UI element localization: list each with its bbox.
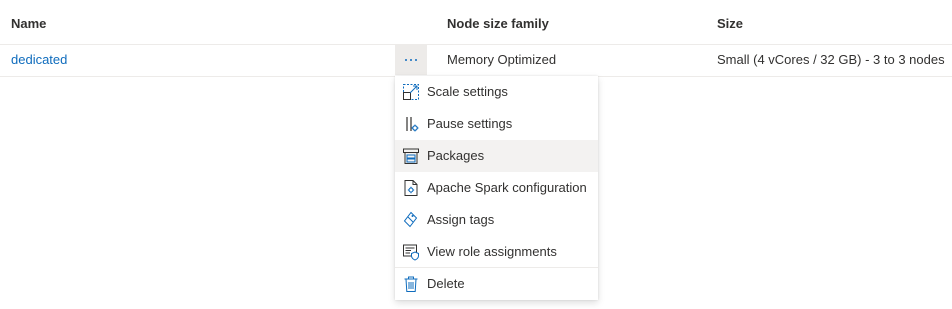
menu-item-label: Delete <box>427 276 465 291</box>
pool-name-link[interactable]: dedicated <box>11 52 67 67</box>
column-header-size[interactable]: Size <box>717 16 743 31</box>
menu-item-view-role-assignments[interactable]: View role assignments <box>395 236 598 268</box>
tag-icon <box>403 211 418 228</box>
size-cell: Small (4 vCores / 32 GB) - 3 to 3 nodes <box>717 52 945 67</box>
more-dots-icon <box>405 59 417 61</box>
role-assignments-icon <box>403 244 419 261</box>
table-header-row: Name Node size family Size <box>0 0 952 45</box>
pause-settings-icon <box>406 117 419 132</box>
menu-item-label: Pause settings <box>427 116 513 131</box>
menu-item-scale-settings[interactable]: Scale settings <box>395 76 598 108</box>
column-header-node-size-family[interactable]: Node size family <box>447 16 549 31</box>
menu-item-delete[interactable]: Delete <box>395 268 598 300</box>
menu-item-apache-spark-configuration[interactable]: Apache Spark configuration <box>395 172 598 204</box>
node-size-family-cell: Memory Optimized <box>447 52 557 67</box>
menu-item-label: Packages <box>427 148 485 163</box>
menu-item-label: Scale settings <box>427 84 508 99</box>
column-header-name[interactable]: Name <box>11 16 46 31</box>
menu-item-label: Apache Spark configuration <box>427 180 587 195</box>
table-row[interactable]: dedicated Memory Optimized Small (4 vCor… <box>0 44 952 77</box>
menu-item-label: Assign tags <box>427 212 495 227</box>
context-menu: Scale settings Pause settings Packages A… <box>395 76 598 300</box>
packages-icon <box>403 148 419 164</box>
scale-icon <box>403 84 419 100</box>
menu-item-assign-tags[interactable]: Assign tags <box>395 204 598 236</box>
trash-icon <box>404 276 418 292</box>
menu-item-packages[interactable]: Packages <box>395 140 598 172</box>
menu-item-pause-settings[interactable]: Pause settings <box>395 108 598 140</box>
more-actions-button[interactable] <box>395 44 427 75</box>
menu-item-label: View role assignments <box>427 244 557 259</box>
spark-config-icon <box>404 180 418 196</box>
